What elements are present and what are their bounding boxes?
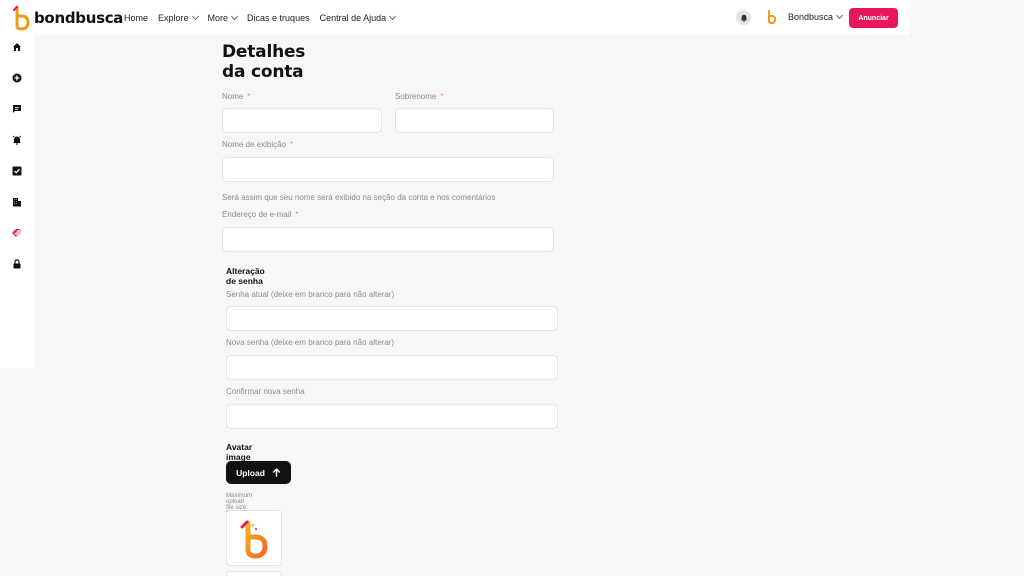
main-nav: Home Explore More Dicas e truques Centra… <box>124 0 405 35</box>
current-password-input[interactable] <box>226 306 558 331</box>
current-password-label: Senha atual (deixe em branco para não al… <box>226 290 395 299</box>
site-logo[interactable]: bondbusca <box>11 4 123 31</box>
upload-button[interactable]: Upload <box>226 461 291 484</box>
user-name: Bondbusca <box>788 11 844 22</box>
chevron-down-icon <box>191 12 199 20</box>
anunciar-button[interactable]: Anunciar <box>849 8 898 28</box>
page-title: Detalhes da conta <box>222 42 306 82</box>
nav-more-label: More <box>207 12 229 23</box>
upload-button-label: Upload <box>236 467 265 478</box>
logo-mark-icon <box>13 5 30 31</box>
user-menu[interactable]: Bondbusca <box>766 9 844 25</box>
arrow-up-icon <box>272 468 281 477</box>
plus-circle-icon[interactable] <box>11 72 23 84</box>
bondbusca-logo-icon <box>240 520 268 559</box>
email-label-text: Endereço de e-mail <box>222 210 292 219</box>
first-name-label: Nome * <box>222 92 250 101</box>
nav-central-ajuda[interactable]: Central de Ajuda <box>319 12 397 23</box>
nav-more[interactable]: More <box>207 12 239 23</box>
chat-icon[interactable] <box>11 103 23 115</box>
lock-icon[interactable] <box>11 258 23 270</box>
last-name-label-text: Sobrenome <box>395 92 437 101</box>
nav-dicas-label: Dicas e truques <box>247 12 310 23</box>
building-icon[interactable] <box>11 196 23 208</box>
chevron-down-icon <box>231 12 239 20</box>
confirm-password-label: Confirmar nova senha <box>226 387 305 396</box>
display-name-hint: Será assim que seu nome será exibido na … <box>222 193 496 202</box>
nav-home[interactable]: Home <box>124 13 148 23</box>
checklist-icon[interactable] <box>11 165 23 177</box>
email-label: Endereço de e-mail * <box>222 210 299 219</box>
new-password-input[interactable] <box>226 355 558 380</box>
nav-home-label: Home <box>124 12 149 23</box>
bell-icon <box>740 14 747 22</box>
required-mark: * <box>295 210 299 219</box>
avatar-preview[interactable] <box>226 510 282 566</box>
alarm-icon[interactable] <box>11 134 23 146</box>
nav-dicas[interactable]: Dicas e truques <box>247 13 310 23</box>
top-navbar: bondbusca Home Explore More Dicas e truq… <box>0 0 910 35</box>
display-name-label-text: Nome de exibição <box>222 140 287 149</box>
left-sidebar <box>0 35 35 368</box>
user-name-label: Bondbusca <box>788 12 834 22</box>
chevron-down-icon <box>389 12 397 20</box>
email-input[interactable] <box>222 227 554 252</box>
home-icon[interactable] <box>11 41 23 53</box>
display-name-input[interactable] <box>222 157 554 182</box>
display-name-label: Nome de exibição * <box>222 140 293 149</box>
notifications-button[interactable] <box>736 10 751 25</box>
first-name-label-text: Nome <box>222 92 244 101</box>
last-name-label: Sobrenome * <box>395 92 443 101</box>
chevron-down-icon <box>836 11 844 20</box>
required-mark: * <box>247 92 251 101</box>
avatar-preview-secondary[interactable] <box>226 571 282 576</box>
nav-explore[interactable]: Explore <box>158 12 199 23</box>
required-mark: * <box>440 92 444 101</box>
first-name-input[interactable] <box>222 108 382 133</box>
new-password-label: Nova senha (deixe em branco para não alt… <box>226 338 395 347</box>
logo-text: bondbusca <box>34 8 124 27</box>
avatar-section-title: Avatar image <box>226 442 253 462</box>
confirm-password-input[interactable] <box>226 404 558 429</box>
nav-central-ajuda-label: Central de Ajuda <box>319 12 387 23</box>
nav-explore-label: Explore <box>158 12 189 23</box>
required-mark: * <box>290 140 294 149</box>
last-name-input[interactable] <box>395 108 554 133</box>
user-avatar-icon <box>768 10 776 25</box>
tags-icon[interactable] <box>11 227 23 239</box>
password-section-title: Alteração de senha <box>226 266 265 286</box>
